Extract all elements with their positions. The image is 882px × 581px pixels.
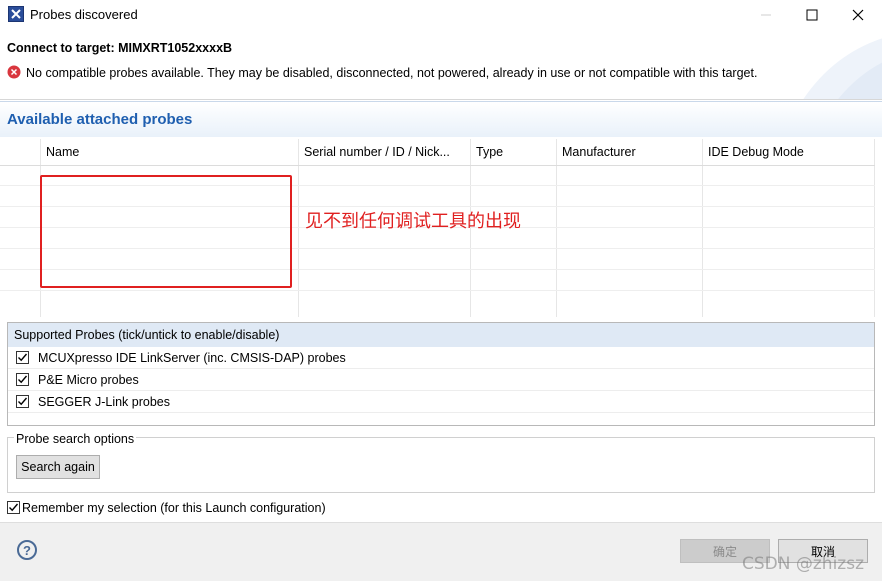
remember-label: Remember my selection (for this Launch c… — [22, 501, 326, 515]
probe-label: P&E Micro probes — [38, 373, 139, 387]
available-probes-section: Available attached probes — [0, 101, 882, 137]
supported-probes-header: Supported Probes (tick/untick to enable/… — [8, 323, 874, 347]
probe-search-options-group: Probe search options Search again — [7, 432, 875, 493]
column-header-name[interactable]: Name — [46, 145, 79, 159]
checkmark-icon — [18, 397, 28, 406]
x-app-icon — [8, 6, 24, 22]
close-button[interactable] — [835, 0, 881, 30]
window-titlebar: Probes discovered — [0, 0, 882, 30]
supported-probes-panel: Supported Probes (tick/untick to enable/… — [7, 322, 875, 426]
supported-probes-title: Supported Probes (tick/untick to enable/… — [14, 328, 280, 342]
error-message: No compatible probes available. They may… — [26, 66, 758, 80]
supported-probe-row[interactable]: SEGGER J-Link probes — [8, 391, 874, 413]
supported-probe-row[interactable]: MCUXpresso IDE LinkServer (inc. CMSIS-DA… — [8, 347, 874, 369]
column-header-manufacturer[interactable]: Manufacturer — [562, 145, 636, 159]
probe-checkbox-pemicro[interactable] — [16, 373, 29, 386]
checkmark-icon — [9, 503, 19, 512]
probe-checkbox-segger[interactable] — [16, 395, 29, 408]
window-title: Probes discovered — [30, 7, 138, 22]
minimize-button[interactable] — [743, 0, 789, 30]
annotation-highlight-box — [40, 175, 292, 288]
checkmark-icon — [18, 375, 28, 384]
probe-label: SEGGER J-Link probes — [38, 395, 170, 409]
column-header-debug-mode[interactable]: IDE Debug Mode — [708, 145, 804, 159]
help-icon[interactable]: ? — [17, 540, 37, 560]
checkmark-icon — [18, 353, 28, 362]
annotation-text: 见不到任何调试工具的出现 — [305, 211, 521, 232]
search-again-button[interactable]: Search again — [16, 455, 100, 479]
dialog-footer: ? 确定 取消 CSDN @zhizsz — [0, 522, 882, 581]
dialog-header: Connect to target: MIMXRT1052xxxxB No co… — [0, 30, 882, 100]
header-separator — [0, 165, 875, 166]
probe-label: MCUXpresso IDE LinkServer (inc. CMSIS-DA… — [38, 351, 346, 365]
watermark: CSDN @zhizsz — [742, 554, 864, 574]
error-icon — [7, 65, 21, 79]
remember-checkbox[interactable] — [7, 501, 20, 514]
header-decoration — [803, 38, 882, 99]
probe-checkbox-linkserver[interactable] — [16, 351, 29, 364]
close-icon — [852, 9, 864, 21]
column-header-serial[interactable]: Serial number / ID / Nick... — [304, 145, 450, 159]
available-probes-title: Available attached probes — [7, 111, 193, 128]
connect-target-title: Connect to target: MIMXRT1052xxxxB — [7, 41, 233, 55]
supported-probe-row[interactable]: P&E Micro probes — [8, 369, 874, 391]
empty-row — [0, 290, 875, 291]
maximize-button[interactable] — [789, 0, 835, 30]
column-header-type[interactable]: Type — [476, 145, 503, 159]
probe-search-legend: Probe search options — [14, 432, 137, 446]
